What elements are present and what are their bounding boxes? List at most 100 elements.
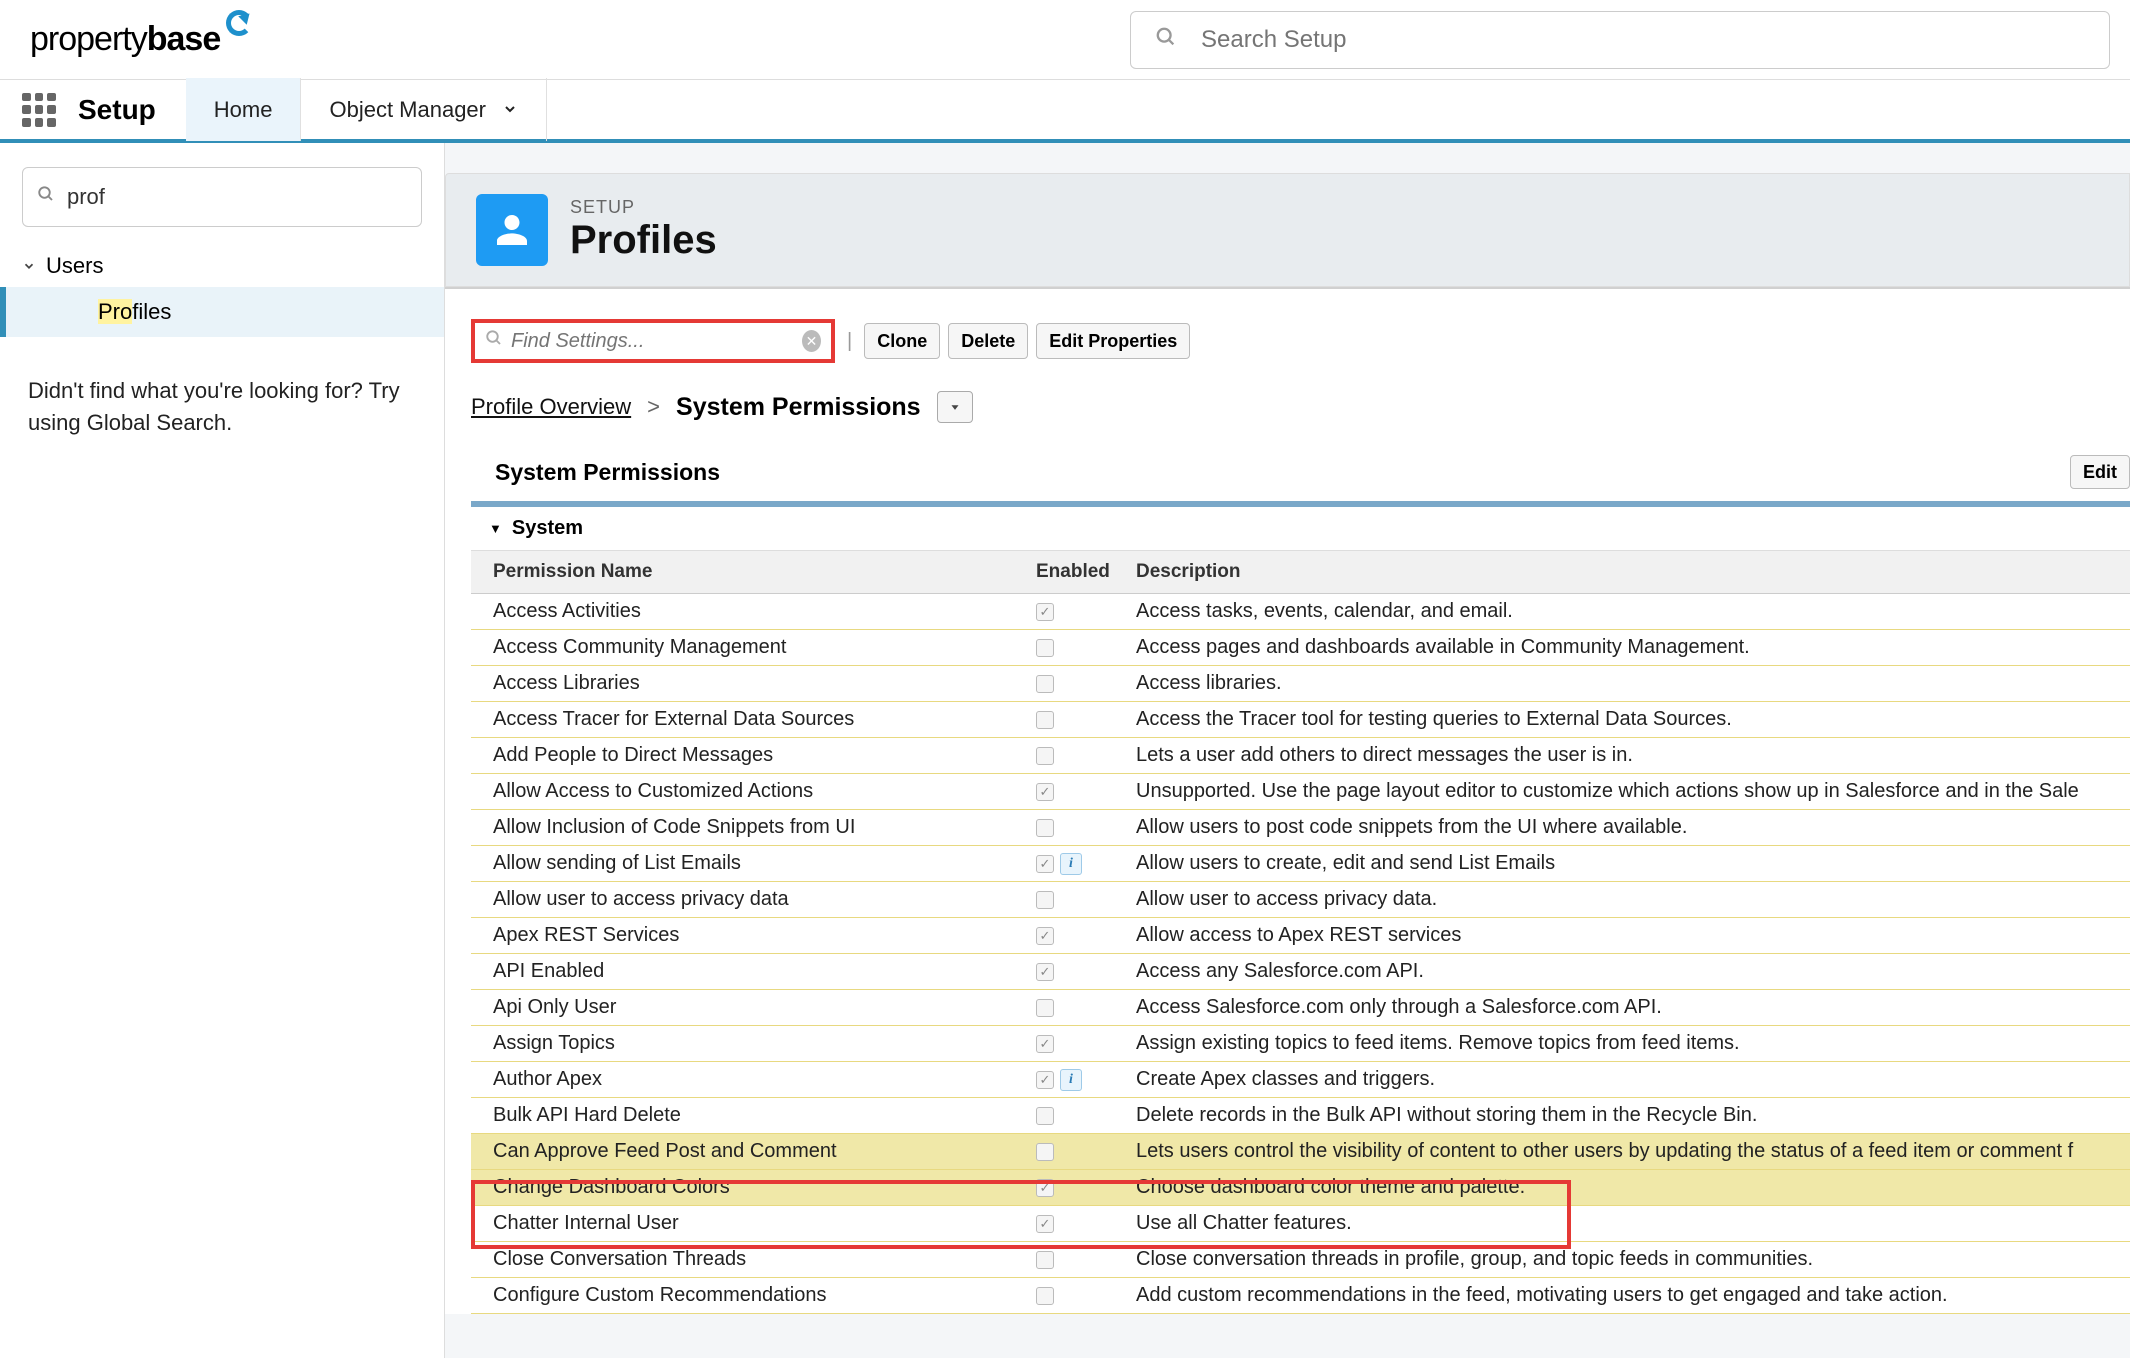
permission-description: Add custom recommendations in the feed, … xyxy=(1126,1278,2130,1313)
permission-description: Allow access to Apex REST services xyxy=(1126,918,2130,953)
info-icon[interactable]: i xyxy=(1060,1069,1082,1091)
permission-name: Author Apex xyxy=(471,1062,1036,1097)
permission-description: Create Apex classes and triggers. xyxy=(1126,1062,2130,1097)
permission-description: Allow users to create, edit and send Lis… xyxy=(1126,846,2130,881)
permission-description: Access tasks, events, calendar, and emai… xyxy=(1126,594,2130,629)
table-row: API Enabled✓Access any Salesforce.com AP… xyxy=(471,954,2130,990)
global-search-input[interactable] xyxy=(1201,26,2085,54)
table-row: Allow Inclusion of Code Snippets from UI… xyxy=(471,810,2130,846)
clone-button[interactable]: Clone xyxy=(864,323,940,359)
breadcrumb-profile-overview[interactable]: Profile Overview xyxy=(471,394,631,420)
enabled-cell xyxy=(1036,1245,1126,1275)
permission-description: Access any Salesforce.com API. xyxy=(1126,954,2130,989)
enabled-cell xyxy=(1036,885,1126,915)
table-row: Close Conversation ThreadsClose conversa… xyxy=(471,1242,2130,1278)
profiles-icon xyxy=(476,194,548,266)
enabled-cell: ✓i xyxy=(1036,847,1126,881)
enabled-checkbox xyxy=(1036,711,1054,729)
permission-name: Allow user to access privacy data xyxy=(471,882,1036,917)
tab-object-manager-label: Object Manager xyxy=(329,97,486,123)
breadcrumb-dropdown[interactable] xyxy=(937,391,973,423)
enabled-cell: ✓ xyxy=(1036,1209,1126,1239)
table-row: Configure Custom Recommendations Add cust… xyxy=(471,1278,2130,1314)
find-settings-input[interactable] xyxy=(511,330,802,353)
permission-name: Allow Access to Customized Actions xyxy=(471,774,1036,809)
table-row: Allow Access to Customized Actions✓ Unsup… xyxy=(471,774,2130,810)
section-header: System Permissions Edit xyxy=(471,441,2130,501)
tree-node-profiles[interactable]: Profiles xyxy=(0,287,444,337)
logo[interactable]: propertybase xyxy=(30,20,252,59)
permission-name: Change Dashboard Colors xyxy=(471,1170,1036,1205)
table-row: Allow user to access privacy data Allow u… xyxy=(471,882,2130,918)
enabled-checkbox xyxy=(1036,747,1054,765)
enabled-checkbox xyxy=(1036,999,1054,1017)
toolbar: ✕ | Clone Delete Edit Properties xyxy=(471,319,2130,363)
permission-name: Allow sending of List Emails xyxy=(471,846,1036,881)
enabled-checkbox xyxy=(1036,1251,1054,1269)
enabled-checkbox xyxy=(1036,639,1054,657)
edit-properties-button[interactable]: Edit Properties xyxy=(1036,323,1190,359)
info-icon[interactable]: i xyxy=(1060,853,1082,875)
col-permission-name: Permission Name xyxy=(471,551,1036,593)
enabled-cell xyxy=(1036,1281,1126,1311)
tab-home[interactable]: Home xyxy=(186,78,302,141)
permission-description: Lets users control the visibility of con… xyxy=(1126,1134,2130,1169)
enabled-checkbox xyxy=(1036,819,1054,837)
enabled-checkbox xyxy=(1036,1107,1054,1125)
detail-panel: ✕ | Clone Delete Edit Properties Profile… xyxy=(445,287,2130,1314)
permission-name: Can Approve Feed Post and Comment xyxy=(471,1134,1036,1169)
enabled-checkbox: ✓ xyxy=(1036,927,1054,945)
table-row: Apex REST Services✓ Allow access to Apex … xyxy=(471,918,2130,954)
logo-swirl-icon xyxy=(226,10,252,36)
permission-name: Chatter Internal User xyxy=(471,1206,1036,1241)
sidebar-search[interactable] xyxy=(22,167,422,227)
permission-name: Add People to Direct Messages xyxy=(471,738,1036,773)
enabled-cell xyxy=(1036,993,1126,1023)
toolbar-separator: | xyxy=(847,330,852,353)
permission-name: Configure Custom Recommendations xyxy=(471,1278,1036,1313)
find-settings-box[interactable]: ✕ xyxy=(471,319,835,363)
global-search[interactable] xyxy=(1130,11,2110,69)
app-launcher-icon[interactable] xyxy=(22,93,56,127)
enabled-cell: ✓ xyxy=(1036,921,1126,951)
chevron-down-icon xyxy=(502,97,518,123)
enabled-cell xyxy=(1036,669,1126,699)
permission-description: Use all Chatter features. xyxy=(1126,1206,2130,1241)
breadcrumb: Profile Overview > System Permissions xyxy=(471,391,2130,423)
tab-object-manager[interactable]: Object Manager xyxy=(301,78,547,141)
search-icon xyxy=(37,185,55,209)
clear-icon[interactable]: ✕ xyxy=(802,330,821,352)
permission-description: Assign existing topics to feed items. Re… xyxy=(1126,1026,2130,1061)
sidebar-help-text: Didn't find what you're looking for? Try… xyxy=(0,337,444,477)
enabled-cell xyxy=(1036,1137,1126,1167)
enabled-checkbox: ✓ xyxy=(1036,855,1054,873)
permission-name: Bulk API Hard Delete xyxy=(471,1098,1036,1133)
page-eyebrow: SETUP xyxy=(570,197,717,218)
setup-sidebar: Users Profiles Didn't find what you're l… xyxy=(0,143,445,1358)
edit-button[interactable]: Edit xyxy=(2070,455,2130,489)
app-name: Setup xyxy=(78,94,156,126)
system-subsection[interactable]: System xyxy=(471,507,2130,551)
enabled-checkbox: ✓ xyxy=(1036,1071,1054,1089)
enabled-checkbox xyxy=(1036,675,1054,693)
sidebar-search-input[interactable] xyxy=(67,184,407,210)
permission-description: Close conversation threads in profile, g… xyxy=(1126,1242,2130,1277)
enabled-cell: ✓ xyxy=(1036,1173,1126,1203)
permission-description: Allow user to access privacy data. xyxy=(1126,882,2130,917)
search-icon xyxy=(485,329,503,353)
permission-description: Unsupported. Use the page layout editor … xyxy=(1126,774,2130,809)
delete-button[interactable]: Delete xyxy=(948,323,1028,359)
permission-name: Apex REST Services xyxy=(471,918,1036,953)
table-row: Add People to Direct MessagesLets a user… xyxy=(471,738,2130,774)
table-row: Access Community ManagementAccess pages … xyxy=(471,630,2130,666)
tree-node-users[interactable]: Users xyxy=(0,245,444,287)
enabled-cell xyxy=(1036,1101,1126,1131)
logo-text-light: property xyxy=(30,20,147,59)
table-row: Assign Topics✓Assign existing topics to … xyxy=(471,1026,2130,1062)
enabled-checkbox: ✓ xyxy=(1036,1035,1054,1053)
permission-description: Delete records in the Bulk API without s… xyxy=(1126,1098,2130,1133)
permission-name: API Enabled xyxy=(471,954,1036,989)
enabled-checkbox: ✓ xyxy=(1036,1179,1054,1197)
system-subsection-label: System xyxy=(512,517,583,540)
enabled-checkbox: ✓ xyxy=(1036,783,1054,801)
